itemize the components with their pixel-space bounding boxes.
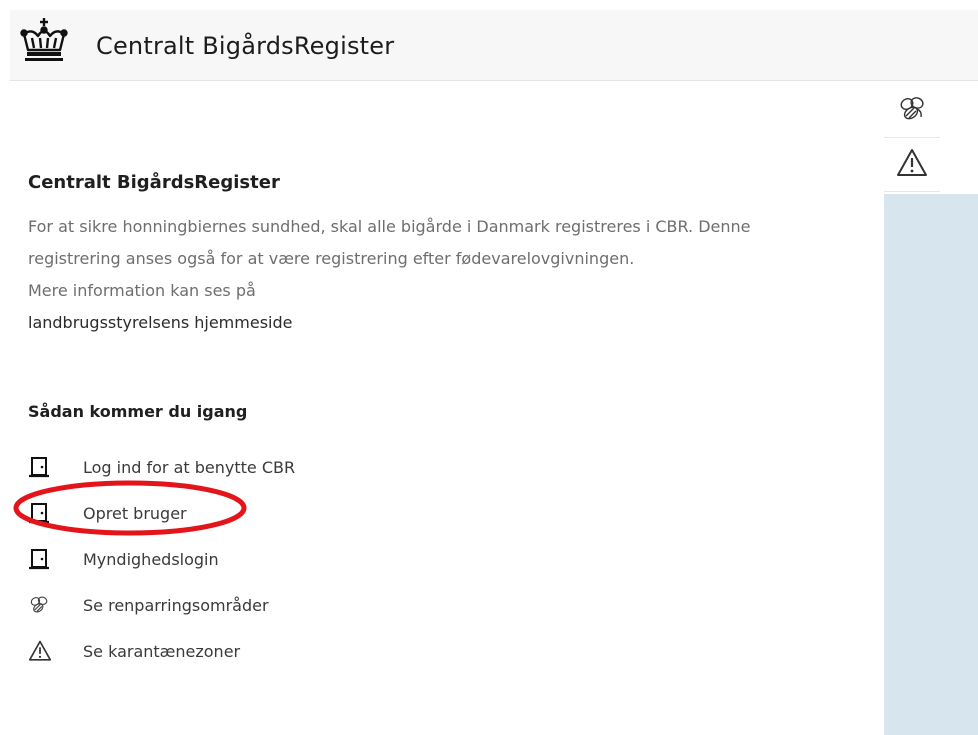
- crown-icon[interactable]: [18, 16, 70, 64]
- renparring-link[interactable]: Se renparringsområder: [28, 582, 295, 628]
- intro-title: Centralt BigårdsRegister: [28, 172, 280, 193]
- app-header: Centralt BigårdsRegister: [10, 10, 978, 81]
- app-title: Centralt BigårdsRegister: [96, 32, 395, 60]
- login-link[interactable]: Log ind for at benytte CBR: [28, 444, 295, 490]
- karantaene-label: Se karantænezoner: [83, 641, 241, 661]
- karantaene-map-button[interactable]: [884, 138, 940, 192]
- getting-started-list: Log ind for at benytte CBR Opret bruger: [28, 444, 295, 674]
- door-icon: [28, 547, 58, 571]
- bee-icon: [28, 593, 58, 617]
- login-label: Log ind for at benytte CBR: [83, 457, 296, 477]
- create-user-label: Opret bruger: [83, 503, 187, 523]
- authority-login-link[interactable]: Myndighedslogin: [28, 536, 295, 582]
- warning-icon: [28, 639, 58, 663]
- intro-description: For at sikre honningbiernes sundhed, ska…: [28, 211, 848, 339]
- intro-line-3: Mere information kan ses på: [28, 281, 256, 300]
- warning-icon: [896, 148, 928, 182]
- bee-icon: [897, 95, 927, 127]
- create-user-link[interactable]: Opret bruger: [28, 490, 295, 536]
- intro-line-1: For at sikre honningbiernes sundhed, ska…: [28, 217, 751, 236]
- renparring-map-button[interactable]: [884, 84, 940, 138]
- authority-login-label: Myndighedslogin: [83, 549, 219, 569]
- getting-started-title: Sådan kommer du igang: [28, 402, 248, 421]
- landbrugsstyrelsen-link[interactable]: landbrugsstyrelsens hjemmeside: [28, 307, 848, 339]
- map-panel[interactable]: [884, 194, 978, 735]
- karantaene-link[interactable]: Se karantænezoner: [28, 628, 295, 674]
- door-icon: [28, 455, 58, 479]
- page: Centralt BigårdsRegister Centralt Bigård…: [0, 0, 978, 735]
- door-icon: [28, 501, 58, 525]
- renparring-label: Se renparringsområder: [83, 595, 269, 615]
- intro-line-2: registrering anses også for at være regi…: [28, 249, 635, 268]
